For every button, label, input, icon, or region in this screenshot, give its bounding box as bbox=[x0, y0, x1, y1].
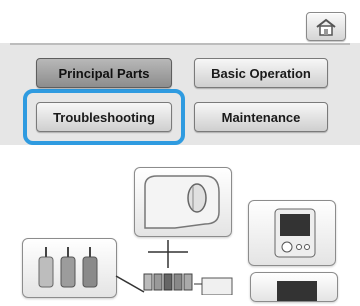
lcd-panel-icon bbox=[277, 281, 317, 305]
embroidery-machine-icon bbox=[115, 240, 233, 295]
lcd-panel-icon bbox=[274, 208, 316, 258]
thread-spools-tile[interactable] bbox=[22, 238, 117, 298]
sewing-head-tile[interactable] bbox=[134, 167, 232, 237]
troubleshooting-button[interactable]: Troubleshooting bbox=[36, 102, 172, 132]
thread-spools-icon bbox=[38, 247, 98, 288]
lcd-panel-tile-2[interactable] bbox=[250, 272, 338, 305]
home-icon bbox=[316, 18, 336, 36]
principal-parts-button[interactable]: Principal Parts bbox=[36, 58, 172, 88]
sewing-head-icon bbox=[144, 175, 220, 229]
maintenance-button[interactable]: Maintenance bbox=[194, 102, 328, 132]
home-button[interactable] bbox=[306, 12, 346, 41]
lcd-panel-tile[interactable] bbox=[248, 200, 336, 266]
basic-operation-button[interactable]: Basic Operation bbox=[194, 58, 328, 88]
menu-divider bbox=[10, 43, 350, 45]
